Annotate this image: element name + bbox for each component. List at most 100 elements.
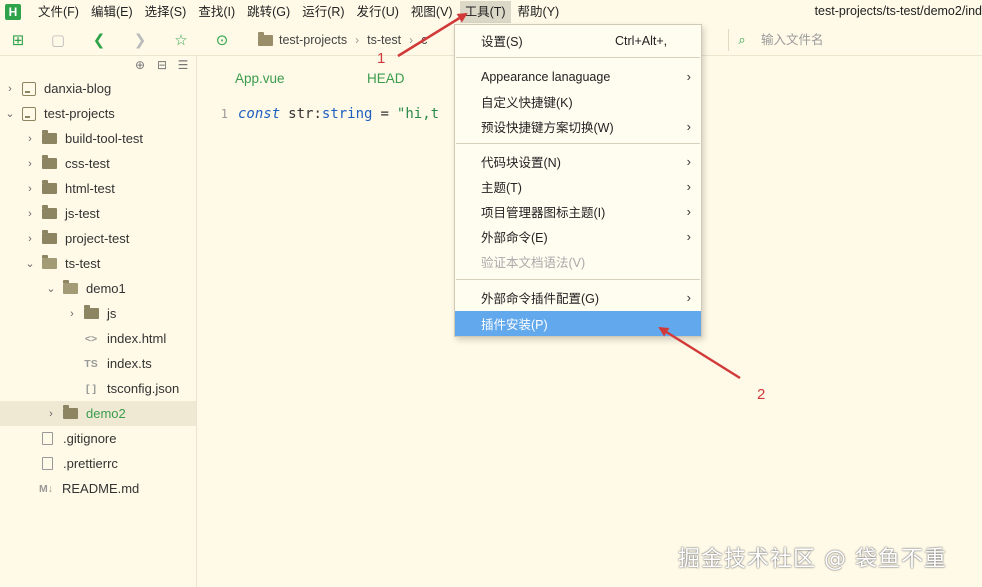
tree-item-gitignore[interactable]: .gitignore bbox=[0, 426, 196, 451]
menu-help[interactable]: 帮助(Y) bbox=[513, 1, 565, 23]
tree-item-label: ts-test bbox=[65, 256, 101, 271]
tree-item-demo2[interactable]: › demo2 bbox=[0, 401, 196, 426]
menu-icon[interactable]: ☰ bbox=[176, 58, 190, 72]
chevron-right-icon: › bbox=[686, 154, 691, 169]
tree-item-html-test[interactable]: › html-test bbox=[0, 176, 196, 201]
menu-file[interactable]: 文件(F) bbox=[33, 1, 84, 23]
menu-run[interactable]: 运行(R) bbox=[297, 1, 349, 23]
chevron-right-icon: › bbox=[70, 307, 74, 320]
menu-publish[interactable]: 发行(U) bbox=[352, 1, 404, 23]
tree-item-danxia-blog[interactable]: › danxia-blog bbox=[0, 76, 196, 101]
menu-item-custom-shortcuts[interactable]: 自定义快捷键(K) bbox=[455, 89, 701, 114]
menu-tools[interactable]: 工具(T) bbox=[459, 1, 511, 23]
chevron-right-icon: › bbox=[28, 157, 32, 170]
menu-edit[interactable]: 编辑(E) bbox=[86, 1, 138, 23]
menu-item-label: 自定义快捷键(K) bbox=[481, 96, 573, 110]
menu-item-plugin-install[interactable]: 插件安装(P) bbox=[455, 311, 701, 336]
code-string: "hi,t bbox=[396, 106, 440, 122]
menu-bar: H 文件(F) 编辑(E) 选择(S) 查找(I) 跳转(G) 运行(R) 发行… bbox=[0, 0, 982, 24]
star-icon[interactable]: ☆ bbox=[172, 31, 190, 49]
chevron-right-icon: › bbox=[28, 182, 32, 195]
tree-item-css-test[interactable]: › css-test bbox=[0, 151, 196, 176]
tree-item-label: test-projects bbox=[44, 106, 115, 121]
tree-item-index-ts[interactable]: TS index.ts bbox=[0, 351, 196, 376]
tree-item-label: js bbox=[107, 306, 117, 321]
tree-item-ts-test[interactable]: ⌄ ts-test bbox=[0, 251, 196, 276]
chevron-right-icon: › bbox=[28, 207, 32, 220]
html-file-icon: <> bbox=[84, 332, 98, 345]
chevron-right-icon: › bbox=[8, 82, 12, 95]
tree-item-label: .prettierrc bbox=[63, 456, 118, 471]
locate-icon[interactable]: ⊕ bbox=[133, 58, 147, 72]
project-icon bbox=[22, 81, 36, 96]
menu-item-theme[interactable]: 主题(T) › bbox=[455, 174, 701, 199]
breadcrumb: test-projects › ts-test › c bbox=[258, 24, 427, 56]
back-arrow-icon[interactable]: ❮ bbox=[90, 31, 108, 49]
menu-separator bbox=[456, 57, 700, 58]
folder-icon bbox=[42, 180, 57, 194]
menu-item-label: 项目管理器图标主题(I) bbox=[481, 206, 606, 220]
code-line[interactable]: 1 const str : string = "hi,t bbox=[198, 104, 439, 124]
tree-item-readme-md[interactable]: M↓ README.md bbox=[0, 476, 196, 501]
breadcrumb-item-partial[interactable]: c bbox=[421, 33, 427, 47]
menu-item-preset-shortcut-scheme[interactable]: 预设快捷键方案切换(W) › bbox=[455, 114, 701, 139]
folder-open-icon bbox=[63, 280, 78, 294]
tree-item-demo1[interactable]: ⌄ demo1 bbox=[0, 276, 196, 301]
tree-item-js-test[interactable]: › js-test bbox=[0, 201, 196, 226]
folder-icon bbox=[42, 130, 57, 144]
new-file-icon[interactable]: ⊞ bbox=[9, 31, 27, 49]
menu-item-validate-syntax: 验证本文档语法(V) bbox=[455, 249, 701, 274]
tree-item-index-html[interactable]: <> index.html bbox=[0, 326, 196, 351]
tree-item-label: danxia-blog bbox=[44, 81, 112, 96]
file-search-input[interactable] bbox=[761, 33, 941, 47]
tools-dropdown-menu: 设置(S) Ctrl+Alt+, Appearance lanaguage › … bbox=[454, 24, 702, 337]
menu-item-icon-theme[interactable]: 项目管理器图标主题(I) › bbox=[455, 199, 701, 224]
menu-item-label: 设置(S) bbox=[481, 35, 523, 49]
tree-item-js[interactable]: › js bbox=[0, 301, 196, 326]
menu-select[interactable]: 选择(S) bbox=[140, 1, 192, 23]
code-colon: : bbox=[313, 106, 322, 122]
menu-item-appearance-language[interactable]: Appearance lanaguage › bbox=[455, 64, 701, 89]
tree-item-tsconfig-json[interactable]: [ ] tsconfig.json bbox=[0, 376, 196, 401]
menu-find[interactable]: 查找(I) bbox=[193, 1, 240, 23]
tree-item-build-tool-test[interactable]: › build-tool-test bbox=[0, 126, 196, 151]
code-identifier: str bbox=[288, 106, 314, 122]
forward-arrow-icon[interactable]: ❯ bbox=[131, 31, 149, 49]
tree-item-label: project-test bbox=[65, 231, 130, 246]
save-icon[interactable]: ▢ bbox=[49, 31, 67, 49]
tree-item-test-projects[interactable]: ⌄ test-projects bbox=[0, 101, 196, 126]
menu-item-snippet-settings[interactable]: 代码块设置(N) › bbox=[455, 149, 701, 174]
breadcrumb-item-test-projects[interactable]: test-projects bbox=[279, 33, 347, 47]
tree-item-prettierrc[interactable]: .prettierrc bbox=[0, 451, 196, 476]
watermark: 掘金技术社区 @ 袋鱼不重 bbox=[678, 547, 947, 572]
chevron-right-icon: › bbox=[28, 232, 32, 245]
chevron-right-icon: › bbox=[686, 179, 691, 194]
ts-file-icon: TS bbox=[84, 357, 98, 370]
tab-app-vue[interactable]: App.vue bbox=[235, 71, 285, 86]
tree-item-label: index.html bbox=[107, 331, 167, 346]
tree-item-label: .gitignore bbox=[63, 431, 117, 446]
menu-item-label: 外部命令(E) bbox=[481, 231, 548, 245]
chevron-right-icon: › bbox=[686, 204, 691, 219]
chevron-right-icon: › bbox=[686, 290, 691, 305]
tab-head[interactable]: HEAD bbox=[367, 71, 405, 86]
menu-item-external-plugin-config[interactable]: 外部命令插件配置(G) › bbox=[455, 285, 701, 310]
menu-goto[interactable]: 跳转(G) bbox=[242, 1, 295, 23]
breadcrumb-item-ts-test[interactable]: ts-test bbox=[367, 33, 401, 47]
run-icon[interactable]: ⊙ bbox=[213, 31, 231, 49]
tree-item-label: tsconfig.json bbox=[107, 381, 180, 396]
menu-item-external-commands[interactable]: 外部命令(E) › bbox=[455, 224, 701, 249]
chevron-right-icon: › bbox=[686, 229, 691, 244]
menu-item-settings[interactable]: 设置(S) Ctrl+Alt+, bbox=[455, 28, 701, 53]
sidebar-tools: ⊕ ⊟ ☰ bbox=[0, 56, 196, 76]
folder-icon bbox=[42, 205, 57, 219]
menu-view[interactable]: 视图(V) bbox=[406, 1, 458, 23]
tree-item-label: html-test bbox=[65, 181, 115, 196]
folder-open-icon bbox=[42, 255, 57, 269]
tree-item-label: index.ts bbox=[107, 356, 152, 371]
markdown-file-icon: M↓ bbox=[39, 482, 53, 495]
tree-item-label: build-tool-test bbox=[65, 131, 144, 146]
tree-item-project-test[interactable]: › project-test bbox=[0, 226, 196, 251]
collapse-all-icon[interactable]: ⊟ bbox=[155, 58, 169, 72]
chevron-down-icon: ⌄ bbox=[25, 258, 35, 270]
